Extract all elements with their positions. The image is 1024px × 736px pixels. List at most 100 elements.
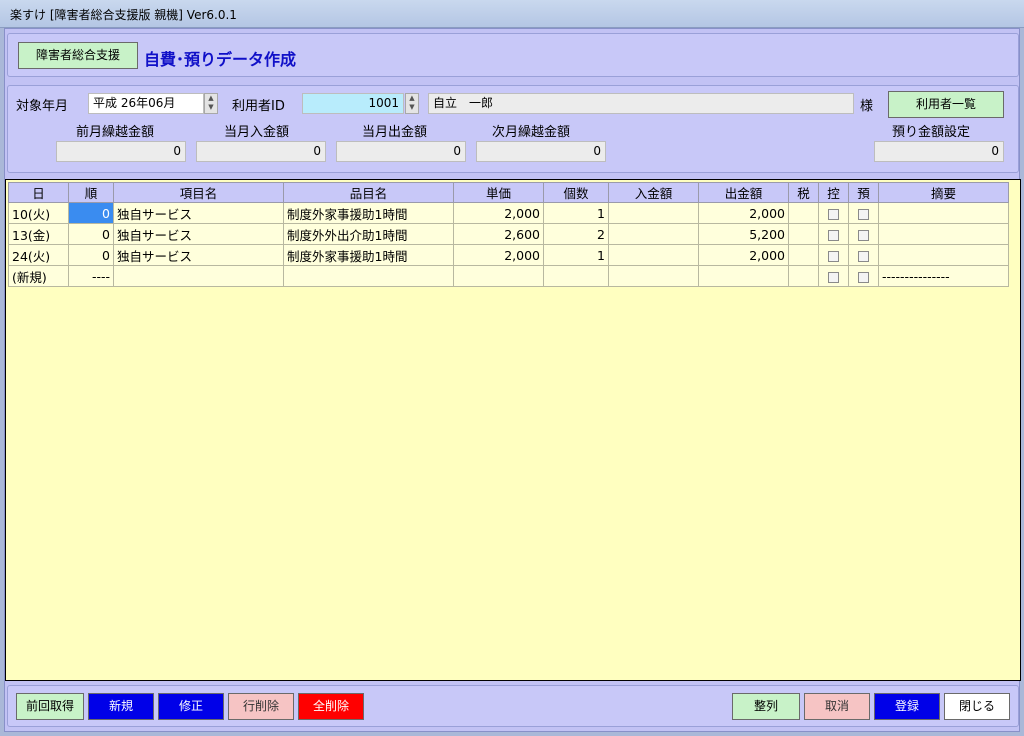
deduct-checkbox[interactable]	[828, 229, 839, 241]
cell-tax[interactable]	[788, 202, 819, 224]
prev-balance-label: 前月繰越金額	[76, 125, 155, 140]
prev-balance-field: 0	[56, 141, 186, 162]
cell-price[interactable]: 2,600	[453, 223, 544, 245]
header-qty[interactable]: 個数	[543, 182, 609, 203]
cell-product[interactable]	[283, 265, 454, 287]
cell-out[interactable]	[698, 265, 789, 287]
table-row[interactable]: 24(火) 0 独自サービス 制度外家事援助1時間 2,000 1 2,000	[8, 244, 1009, 266]
cell-in[interactable]	[608, 265, 699, 287]
user-list-button[interactable]: 利用者一覧	[888, 91, 1004, 118]
header-deduct[interactable]: 控	[818, 182, 849, 203]
cell-item[interactable]: 独自サービス	[113, 223, 284, 245]
table-row[interactable]: 13(金) 0 独自サービス 制度外外出介助1時間 2,600 2 5,200	[8, 223, 1009, 245]
deduct-checkbox[interactable]	[828, 208, 839, 220]
cell-qty[interactable]: 2	[543, 223, 609, 245]
cell-order[interactable]: 0	[68, 223, 114, 245]
month-out-field: 0	[336, 141, 466, 162]
user-id-field[interactable]: 1001	[302, 93, 404, 114]
cell-price[interactable]	[453, 265, 544, 287]
cell-in[interactable]	[608, 202, 699, 224]
target-month-spinner[interactable]: ▲ ▼	[204, 93, 218, 114]
cell-product[interactable]: 制度外外出介助1時間	[283, 223, 454, 245]
deposit-checkbox[interactable]	[858, 271, 869, 283]
header-deposit[interactable]: 預	[848, 182, 879, 203]
prev-fetch-button[interactable]: 前回取得	[16, 693, 84, 720]
data-grid: 日 順 項目名 品目名 単価 個数 入金額 出金額 税 控 預 摘要 10(火)	[5, 179, 1021, 681]
cell-price[interactable]: 2,000	[453, 244, 544, 266]
cancel-button[interactable]: 取消	[804, 693, 870, 720]
cell-deduct	[818, 202, 849, 224]
next-balance-field: 0	[476, 141, 606, 162]
cell-deposit	[848, 244, 879, 266]
new-button[interactable]: 新規	[88, 693, 154, 720]
cell-tax[interactable]	[788, 265, 819, 287]
cell-qty[interactable]: 1	[543, 202, 609, 224]
header-out[interactable]: 出金額	[698, 182, 789, 203]
deduct-checkbox[interactable]	[828, 271, 839, 283]
cell-item[interactable]: 独自サービス	[113, 244, 284, 266]
cell-day[interactable]: 10(火)	[8, 202, 69, 224]
cell-memo[interactable]	[878, 223, 1009, 245]
month-in-field: 0	[196, 141, 326, 162]
header-product[interactable]: 品目名	[283, 182, 454, 203]
deposit-setting-field[interactable]: 0	[874, 141, 1004, 162]
header-day[interactable]: 日	[8, 182, 69, 203]
system-mode-button[interactable]: 障害者総合支援	[18, 42, 138, 69]
month-in-label: 当月入金額	[224, 125, 290, 140]
header-tax[interactable]: 税	[788, 182, 819, 203]
cell-day[interactable]: 24(火)	[8, 244, 69, 266]
sort-button[interactable]: 整列	[732, 693, 800, 720]
cell-day[interactable]: 13(金)	[8, 223, 69, 245]
cell-price[interactable]: 2,000	[453, 202, 544, 224]
cell-out[interactable]: 2,000	[698, 244, 789, 266]
cell-in[interactable]	[608, 244, 699, 266]
cell-item[interactable]: 独自サービス	[113, 202, 284, 224]
cell-order[interactable]: 0	[68, 244, 114, 266]
screen-title: 自費･預りデータ作成	[144, 50, 297, 69]
cell-deposit	[848, 202, 879, 224]
user-name-field: 自立 一郎	[428, 93, 854, 114]
deposit-checkbox[interactable]	[858, 229, 869, 241]
info-panel: 対象年月 平成 26年06月 ▲ ▼ 利用者ID 1001 ▲ ▼ 自立 一郎 様 …	[7, 85, 1019, 173]
deduct-checkbox[interactable]	[828, 250, 839, 262]
close-button[interactable]: 閉じる	[944, 693, 1010, 720]
cell-day[interactable]: (新規)	[8, 265, 69, 287]
user-id-spinner[interactable]: ▲ ▼	[405, 93, 419, 114]
header-panel: 障害者総合支援 自費･預りデータ作成	[7, 33, 1019, 77]
deposit-checkbox[interactable]	[858, 208, 869, 220]
header-item[interactable]: 項目名	[113, 182, 284, 203]
header-in[interactable]: 入金額	[608, 182, 699, 203]
table-row[interactable]: 10(火) 0 独自サービス 制度外家事援助1時間 2,000 1 2,000	[8, 202, 1009, 224]
cell-qty[interactable]	[543, 265, 609, 287]
cell-product[interactable]: 制度外家事援助1時間	[283, 244, 454, 266]
header-memo[interactable]: 摘要	[878, 182, 1009, 203]
cell-out[interactable]: 2,000	[698, 202, 789, 224]
cell-memo[interactable]	[878, 202, 1009, 224]
cell-tax[interactable]	[788, 244, 819, 266]
month-out-label: 当月出金額	[362, 125, 428, 140]
cell-product[interactable]: 制度外家事援助1時間	[283, 202, 454, 224]
delete-all-button[interactable]: 全削除	[298, 693, 364, 720]
cell-out[interactable]: 5,200	[698, 223, 789, 245]
cell-tax[interactable]	[788, 223, 819, 245]
cell-qty[interactable]: 1	[543, 244, 609, 266]
cell-order[interactable]: 0	[68, 202, 114, 224]
cell-memo[interactable]	[878, 244, 1009, 266]
window-title: 楽すけ [障害者総合支援版 親機] Ver6.0.1	[10, 8, 237, 22]
edit-button[interactable]: 修正	[158, 693, 224, 720]
cell-item[interactable]	[113, 265, 284, 287]
header-order[interactable]: 順	[68, 182, 114, 203]
register-button[interactable]: 登録	[874, 693, 940, 720]
grid-table: 日 順 項目名 品目名 単価 個数 入金額 出金額 税 控 預 摘要 10(火)	[8, 182, 1009, 287]
deposit-checkbox[interactable]	[858, 250, 869, 262]
target-month-field[interactable]: 平成 26年06月	[88, 93, 204, 114]
cell-in[interactable]	[608, 223, 699, 245]
table-row-new[interactable]: (新規) ---- ---------------	[8, 265, 1009, 287]
delete-row-button[interactable]: 行削除	[228, 693, 294, 720]
deposit-setting-label: 預り金額設定	[892, 125, 971, 140]
cell-order[interactable]: ----	[68, 265, 114, 287]
grid-header-row: 日 順 項目名 品目名 単価 個数 入金額 出金額 税 控 預 摘要	[8, 182, 1009, 203]
header-price[interactable]: 単価	[453, 182, 544, 203]
cell-memo[interactable]: ---------------	[878, 265, 1009, 287]
cell-deduct	[818, 244, 849, 266]
